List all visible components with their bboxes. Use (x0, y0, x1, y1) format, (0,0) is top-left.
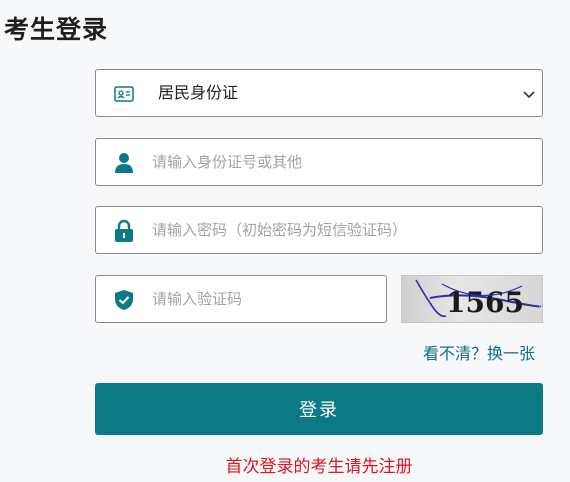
id-type-value: 居民身份证 (158, 83, 239, 102)
captcha-field (95, 275, 387, 323)
lock-icon (112, 219, 136, 243)
login-button[interactable]: 登录 (95, 383, 543, 435)
password-input[interactable] (152, 207, 512, 253)
password-field (95, 206, 543, 254)
refresh-captcha-link[interactable]: 看不清？换一张 (423, 340, 535, 364)
page-title: 考生登录 (4, 15, 109, 44)
id-number-field (95, 138, 543, 186)
register-link[interactable]: 首次登录的考生请先注册 (95, 452, 543, 477)
id-card-icon (112, 82, 136, 106)
chevron-down-icon (522, 86, 536, 100)
id-type-select[interactable]: 居民身份证 (95, 69, 543, 117)
captcha-input[interactable] (152, 276, 372, 322)
captcha-image[interactable]: 1565 (401, 275, 543, 323)
user-icon (112, 151, 136, 175)
shield-check-icon (112, 288, 136, 312)
id-number-input[interactable] (152, 139, 512, 185)
